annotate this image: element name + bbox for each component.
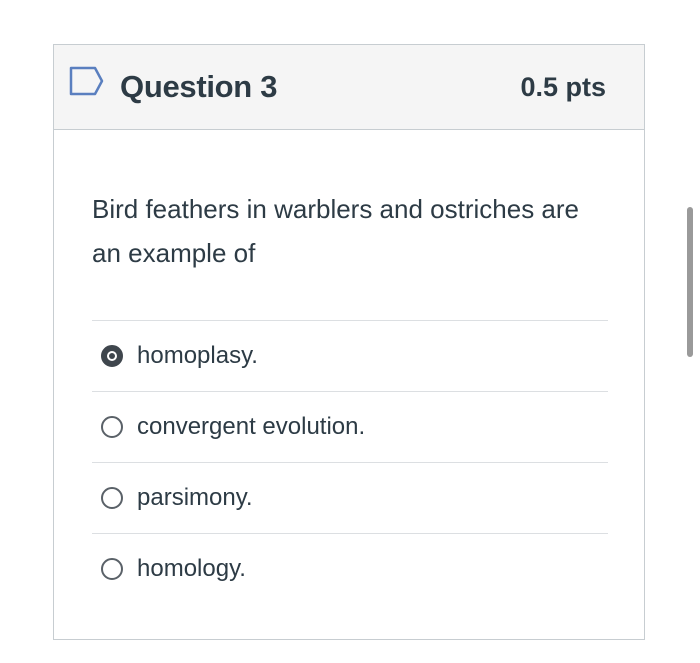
radio-button[interactable] [101,558,123,580]
answer-option-convergent-evolution[interactable]: convergent evolution. [92,391,608,462]
answer-label[interactable]: homology. [137,555,246,583]
radio-button[interactable] [101,416,123,438]
scrollbar-thumb[interactable] [687,207,693,357]
answer-option-homology[interactable]: homology. [92,533,608,604]
question-title: Question 3 [120,69,278,104]
question-points: 0.5 pts [520,72,606,102]
radio-button-selected[interactable] [101,345,123,367]
question-card: Question 3 0.5 pts Bird feathers in warb… [53,44,645,640]
question-text: Bird feathers in warblers and ostriches … [92,194,580,268]
answer-list: homoplasy. convergent evolution. parsimo… [92,320,608,604]
answer-option-parsimony[interactable]: parsimony. [92,462,608,533]
answer-label[interactable]: parsimony. [137,484,253,512]
flag-icon[interactable] [69,66,105,96]
answer-label[interactable]: convergent evolution. [137,413,365,441]
answer-label[interactable]: homoplasy. [137,342,258,370]
question-header: Question 3 0.5 pts [54,45,644,130]
answer-option-homoplasy[interactable]: homoplasy. [92,320,608,391]
radio-button[interactable] [101,487,123,509]
